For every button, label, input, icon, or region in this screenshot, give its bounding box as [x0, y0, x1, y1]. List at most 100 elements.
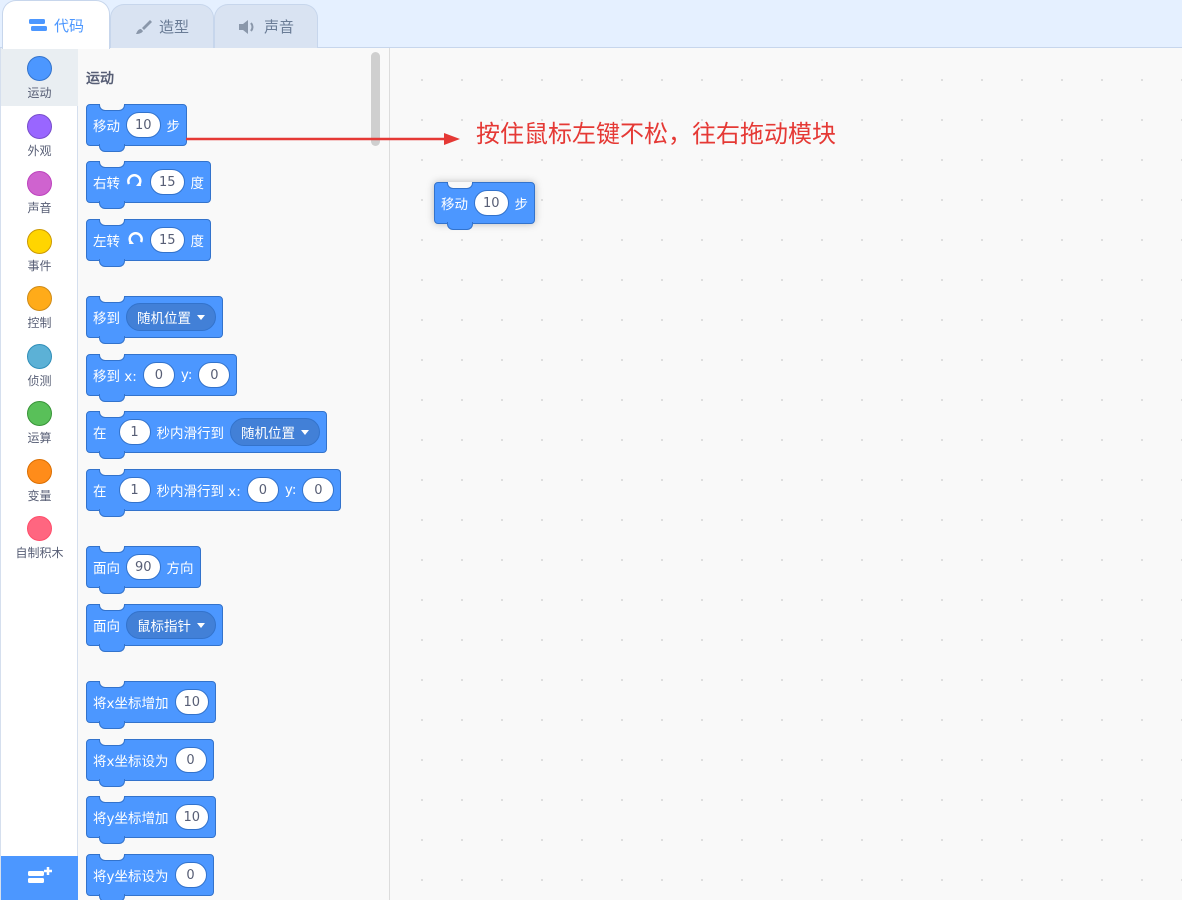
category-sensing[interactable]: 侦测: [1, 336, 78, 394]
category-label: 控制: [27, 316, 52, 330]
block-change-x[interactable]: 将x坐标增加 10: [86, 681, 217, 729]
block-text: 右转: [93, 176, 120, 192]
block-text: 方向: [166, 561, 194, 577]
block-text: 度: [190, 176, 205, 192]
caret-down-icon: [197, 622, 205, 628]
category-myblocks-dot: [27, 516, 52, 541]
value-input[interactable]: 0: [174, 747, 207, 773]
category-sensing-dot: [27, 344, 52, 369]
block-palette: 运动 移动 10 步 右转 15 度 左转 15 度 移到 随机位置 移到 x:…: [78, 48, 390, 900]
block-text: 移到: [93, 311, 120, 327]
block-move-steps[interactable]: 移动 10 步: [86, 104, 188, 152]
block-goto-xy[interactable]: 移到 x: 0 y: 0: [86, 354, 238, 402]
block-text: 将x坐标增加: [93, 696, 169, 712]
category-myblocks[interactable]: 自制积木: [1, 508, 78, 566]
rotate-left-icon: [126, 232, 144, 248]
palette-category-title: 运动: [86, 71, 114, 87]
category-operators-dot: [27, 401, 52, 426]
category-looks[interactable]: 外观: [1, 106, 78, 164]
category-label: 变量: [27, 489, 52, 503]
category-events-dot: [27, 229, 52, 254]
block-text: 移到 x:: [93, 369, 137, 385]
category-menu: 运动 外观 声音 事件 控制 侦测 运算 变量 自制积木: [0, 48, 79, 900]
steps-input[interactable]: 10: [474, 190, 509, 216]
block-text: 度: [190, 234, 205, 250]
block-text: 面向: [93, 619, 120, 635]
block-point-direction[interactable]: 面向 90 方向: [86, 546, 201, 594]
glide-target-dropdown[interactable]: 随机位置: [230, 418, 320, 446]
code-workspace[interactable]: 按住鼠标左键不松，往右拖动模块 移动 10 步: [390, 48, 1182, 900]
tab-code-label: 代码: [53, 16, 84, 35]
x-input[interactable]: 0: [246, 477, 279, 503]
goto-target-dropdown[interactable]: 随机位置: [126, 303, 216, 331]
block-text: y:: [284, 482, 297, 498]
seconds-input[interactable]: 1: [118, 419, 151, 445]
block-turn-left[interactable]: 左转 15 度: [86, 219, 212, 267]
direction-input[interactable]: 90: [126, 554, 161, 580]
category-control[interactable]: 控制: [1, 278, 78, 336]
seconds-input[interactable]: 1: [118, 477, 151, 503]
category-label: 侦测: [27, 374, 52, 388]
block-text: 移动: [441, 197, 468, 213]
category-events[interactable]: 事件: [1, 221, 78, 279]
degrees-input[interactable]: 15: [150, 169, 185, 195]
category-label: 自制积木: [15, 546, 64, 560]
category-sound[interactable]: 声音: [1, 163, 78, 221]
category-sound-dot: [27, 171, 52, 196]
block-set-y[interactable]: 将y坐标设为 0: [86, 854, 214, 900]
category-operators[interactable]: 运算: [1, 393, 78, 451]
brush-icon: [135, 18, 153, 36]
add-extension-button[interactable]: [1, 856, 79, 900]
dropdown-value: 随机位置: [241, 426, 295, 442]
code-icon: [28, 17, 48, 33]
caret-down-icon: [197, 314, 205, 320]
block-text: 将x坐标设为: [93, 754, 169, 770]
degrees-input[interactable]: 15: [150, 227, 185, 253]
block-text: y:: [180, 367, 193, 383]
block-text: 步: [166, 119, 181, 135]
block-turn-right[interactable]: 右转 15 度: [86, 161, 212, 209]
dropdown-value: 随机位置: [137, 311, 191, 327]
block-goto[interactable]: 移到 随机位置: [86, 296, 223, 344]
block-set-x[interactable]: 将x坐标设为 0: [86, 739, 214, 787]
category-motion[interactable]: 运动: [1, 48, 78, 106]
value-input[interactable]: 10: [174, 689, 210, 715]
y-input[interactable]: 0: [198, 362, 231, 388]
block-text: 移动: [93, 119, 120, 135]
value-input[interactable]: 0: [174, 862, 207, 888]
rotate-right-icon: [126, 174, 144, 190]
category-variables[interactable]: 变量: [1, 451, 78, 509]
category-variables-dot: [27, 459, 52, 484]
y-input[interactable]: 0: [302, 477, 335, 503]
block-text: 在: [93, 484, 107, 500]
block-text: 将y坐标增加: [93, 811, 169, 827]
block-text: 左转: [93, 234, 120, 250]
x-input[interactable]: 0: [142, 362, 175, 388]
category-looks-dot: [27, 114, 52, 139]
category-label: 运动: [27, 86, 52, 100]
category-motion-dot: [27, 56, 52, 81]
block-text: 将y坐标设为: [93, 869, 169, 885]
category-label: 运算: [27, 431, 52, 445]
palette-scrollbar[interactable]: [371, 52, 380, 146]
drag-instruction-annotation: 按住鼠标左键不松，往右拖动模块: [476, 120, 836, 148]
block-text: 步: [514, 197, 529, 213]
tab-code[interactable]: 代码: [2, 0, 110, 49]
tab-costumes[interactable]: 造型: [110, 4, 214, 48]
caret-down-icon: [301, 429, 309, 435]
tab-sounds[interactable]: 声音: [214, 4, 318, 48]
value-input[interactable]: 10: [174, 804, 210, 830]
block-glide[interactable]: 在 1 秒内滑行到 随机位置: [86, 411, 327, 459]
block-text: 面向: [93, 561, 120, 577]
tab-sounds-label: 声音: [263, 18, 294, 36]
block-change-y[interactable]: 将y坐标增加 10: [86, 796, 217, 844]
editor-tabs: 代码 造型 声音: [0, 0, 1182, 49]
workspace-block-move-steps[interactable]: 移动 10 步: [434, 182, 536, 230]
towards-target-dropdown[interactable]: 鼠标指针: [126, 611, 216, 639]
block-text: 在: [93, 426, 107, 442]
steps-input[interactable]: 10: [126, 112, 161, 138]
block-text: 秒内滑行到 x:: [156, 484, 241, 500]
block-point-towards[interactable]: 面向 鼠标指针: [86, 604, 223, 652]
add-extension-icon: [26, 865, 54, 891]
block-glide-xy[interactable]: 在 1 秒内滑行到 x: 0 y: 0: [86, 469, 342, 517]
